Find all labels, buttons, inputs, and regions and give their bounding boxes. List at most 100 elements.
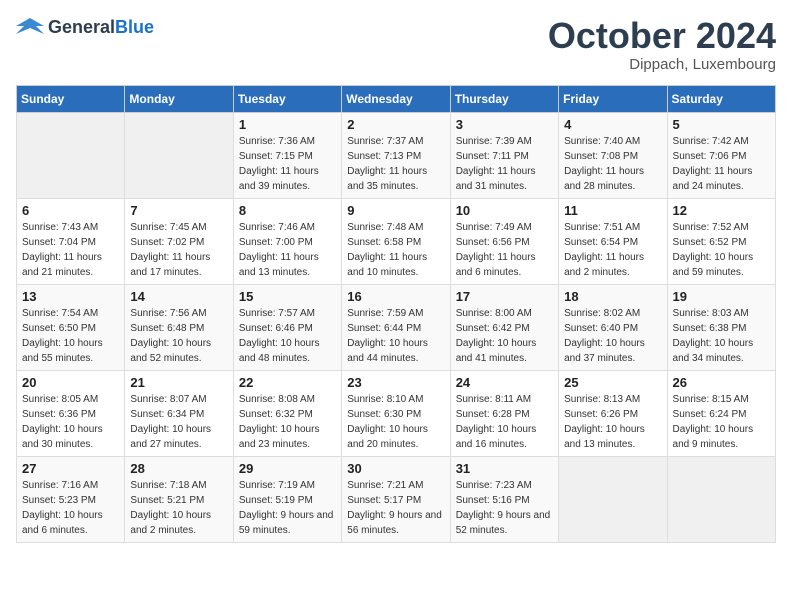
calendar-cell: 21 Sunrise: 8:07 AM Sunset: 6:34 PM Dayli…	[125, 370, 233, 456]
day-number: 11	[564, 203, 661, 218]
day-info: Sunrise: 7:43 AM Sunset: 7:04 PM Dayligh…	[22, 220, 119, 280]
day-number: 10	[456, 203, 553, 218]
calendar-cell: 14 Sunrise: 7:56 AM Sunset: 6:48 PM Dayli…	[125, 284, 233, 370]
header-friday: Friday	[559, 85, 667, 112]
day-info: Sunrise: 7:56 AM Sunset: 6:48 PM Dayligh…	[130, 306, 227, 366]
calendar-cell: 8Sunrise: 7:46 AM Sunset: 7:00 PM Daylig…	[233, 198, 341, 284]
calendar-cell: 17 Sunrise: 8:00 AM Sunset: 6:42 PM Dayli…	[450, 284, 558, 370]
logo-general-text: General	[48, 17, 115, 37]
calendar-cell: 1Sunrise: 7:36 AM Sunset: 7:15 PM Daylig…	[233, 112, 341, 198]
calendar-cell: 2Sunrise: 7:37 AM Sunset: 7:13 PM Daylig…	[342, 112, 450, 198]
title-area: October 2024 Dippach, Luxembourg	[548, 16, 776, 73]
day-info: Sunrise: 8:07 AM Sunset: 6:34 PM Dayligh…	[130, 392, 227, 452]
day-number: 3	[456, 117, 553, 132]
day-info: Sunrise: 7:39 AM Sunset: 7:11 PM Dayligh…	[456, 134, 553, 194]
day-number: 18	[564, 289, 661, 304]
day-number: 27	[22, 461, 119, 476]
calendar-cell: 4Sunrise: 7:40 AM Sunset: 7:08 PM Daylig…	[559, 112, 667, 198]
day-number: 21	[130, 375, 227, 390]
day-number: 17	[456, 289, 553, 304]
calendar-cell	[667, 456, 775, 542]
day-info: Sunrise: 7:23 AM Sunset: 5:16 PM Dayligh…	[456, 478, 553, 538]
day-number: 12	[673, 203, 770, 218]
day-info: Sunrise: 8:03 AM Sunset: 6:38 PM Dayligh…	[673, 306, 770, 366]
header-monday: Monday	[125, 85, 233, 112]
day-number: 31	[456, 461, 553, 476]
day-info: Sunrise: 7:16 AM Sunset: 5:23 PM Dayligh…	[22, 478, 119, 538]
calendar-cell: 23Sunrise: 8:10 AM Sunset: 6:30 PM Dayli…	[342, 370, 450, 456]
day-number: 19	[673, 289, 770, 304]
calendar-cell	[125, 112, 233, 198]
day-number: 14	[130, 289, 227, 304]
calendar-cell: 10 Sunrise: 7:49 AM Sunset: 6:56 PM Dayli…	[450, 198, 558, 284]
day-info: Sunrise: 7:45 AM Sunset: 7:02 PM Dayligh…	[130, 220, 227, 280]
day-number: 20	[22, 375, 119, 390]
day-number: 8	[239, 203, 336, 218]
calendar-cell: 5Sunrise: 7:42 AM Sunset: 7:06 PM Daylig…	[667, 112, 775, 198]
day-info: Sunrise: 8:11 AM Sunset: 6:28 PM Dayligh…	[456, 392, 553, 452]
header-thursday: Thursday	[450, 85, 558, 112]
day-info: Sunrise: 8:02 AM Sunset: 6:40 PM Dayligh…	[564, 306, 661, 366]
day-info: Sunrise: 7:36 AM Sunset: 7:15 PM Dayligh…	[239, 134, 336, 194]
calendar-cell: 9Sunrise: 7:48 AM Sunset: 6:58 PM Daylig…	[342, 198, 450, 284]
day-number: 2	[347, 117, 444, 132]
day-number: 29	[239, 461, 336, 476]
day-info: Sunrise: 7:49 AM Sunset: 6:56 PM Dayligh…	[456, 220, 553, 280]
day-info: Sunrise: 7:18 AM Sunset: 5:21 PM Dayligh…	[130, 478, 227, 538]
calendar-cell: 7 Sunrise: 7:45 AM Sunset: 7:02 PM Daylig…	[125, 198, 233, 284]
day-number: 16	[347, 289, 444, 304]
calendar-cell: 12 Sunrise: 7:52 AM Sunset: 6:52 PM Dayli…	[667, 198, 775, 284]
week-row-3: 13Sunrise: 7:54 AM Sunset: 6:50 PM Dayli…	[17, 284, 776, 370]
day-info: Sunrise: 8:05 AM Sunset: 6:36 PM Dayligh…	[22, 392, 119, 452]
header-tuesday: Tuesday	[233, 85, 341, 112]
day-number: 26	[673, 375, 770, 390]
day-info: Sunrise: 8:00 AM Sunset: 6:42 PM Dayligh…	[456, 306, 553, 366]
calendar-cell: 18 Sunrise: 8:02 AM Sunset: 6:40 PM Dayli…	[559, 284, 667, 370]
calendar-cell: 24 Sunrise: 8:11 AM Sunset: 6:28 PM Dayli…	[450, 370, 558, 456]
day-number: 13	[22, 289, 119, 304]
day-number: 5	[673, 117, 770, 132]
calendar-location: Dippach, Luxembourg	[548, 56, 776, 73]
calendar-cell: 3 Sunrise: 7:39 AM Sunset: 7:11 PM Daylig…	[450, 112, 558, 198]
day-info: Sunrise: 7:48 AM Sunset: 6:58 PM Dayligh…	[347, 220, 444, 280]
logo: GeneralBlue	[16, 16, 154, 38]
header-sunday: Sunday	[17, 85, 125, 112]
day-info: Sunrise: 7:40 AM Sunset: 7:08 PM Dayligh…	[564, 134, 661, 194]
calendar-cell: 29 Sunrise: 7:19 AM Sunset: 5:19 PM Dayli…	[233, 456, 341, 542]
calendar-cell: 15 Sunrise: 7:57 AM Sunset: 6:46 PM Dayli…	[233, 284, 341, 370]
day-info: Sunrise: 8:15 AM Sunset: 6:24 PM Dayligh…	[673, 392, 770, 452]
calendar-cell: 22Sunrise: 8:08 AM Sunset: 6:32 PM Dayli…	[233, 370, 341, 456]
calendar-cell: 13Sunrise: 7:54 AM Sunset: 6:50 PM Dayli…	[17, 284, 125, 370]
day-number: 30	[347, 461, 444, 476]
calendar-cell	[17, 112, 125, 198]
calendar-cell: 16 Sunrise: 7:59 AM Sunset: 6:44 PM Dayli…	[342, 284, 450, 370]
day-info: Sunrise: 7:52 AM Sunset: 6:52 PM Dayligh…	[673, 220, 770, 280]
day-info: Sunrise: 8:13 AM Sunset: 6:26 PM Dayligh…	[564, 392, 661, 452]
day-info: Sunrise: 7:21 AM Sunset: 5:17 PM Dayligh…	[347, 478, 444, 538]
day-number: 24	[456, 375, 553, 390]
day-number: 15	[239, 289, 336, 304]
calendar-cell: 27 Sunrise: 7:16 AM Sunset: 5:23 PM Dayli…	[17, 456, 125, 542]
calendar-title: October 2024	[548, 16, 776, 56]
day-info: Sunrise: 7:59 AM Sunset: 6:44 PM Dayligh…	[347, 306, 444, 366]
calendar-cell: 20 Sunrise: 8:05 AM Sunset: 6:36 PM Dayli…	[17, 370, 125, 456]
day-info: Sunrise: 7:51 AM Sunset: 6:54 PM Dayligh…	[564, 220, 661, 280]
calendar-header-row: SundayMondayTuesdayWednesdayThursdayFrid…	[17, 85, 776, 112]
calendar-cell: 28Sunrise: 7:18 AM Sunset: 5:21 PM Dayli…	[125, 456, 233, 542]
calendar-cell: 30 Sunrise: 7:21 AM Sunset: 5:17 PM Dayli…	[342, 456, 450, 542]
header-wednesday: Wednesday	[342, 85, 450, 112]
week-row-2: 6 Sunrise: 7:43 AM Sunset: 7:04 PM Daylig…	[17, 198, 776, 284]
day-number: 25	[564, 375, 661, 390]
calendar-cell: 25 Sunrise: 8:13 AM Sunset: 6:26 PM Dayli…	[559, 370, 667, 456]
calendar-cell	[559, 456, 667, 542]
day-number: 7	[130, 203, 227, 218]
day-number: 6	[22, 203, 119, 218]
calendar-cell: 19 Sunrise: 8:03 AM Sunset: 6:38 PM Dayli…	[667, 284, 775, 370]
week-row-1: 1Sunrise: 7:36 AM Sunset: 7:15 PM Daylig…	[17, 112, 776, 198]
header: GeneralBlue October 2024 Dippach, Luxemb…	[16, 16, 776, 73]
day-info: Sunrise: 7:19 AM Sunset: 5:19 PM Dayligh…	[239, 478, 336, 538]
day-number: 23	[347, 375, 444, 390]
day-info: Sunrise: 8:08 AM Sunset: 6:32 PM Dayligh…	[239, 392, 336, 452]
day-info: Sunrise: 7:57 AM Sunset: 6:46 PM Dayligh…	[239, 306, 336, 366]
calendar-cell: 11 Sunrise: 7:51 AM Sunset: 6:54 PM Dayli…	[559, 198, 667, 284]
